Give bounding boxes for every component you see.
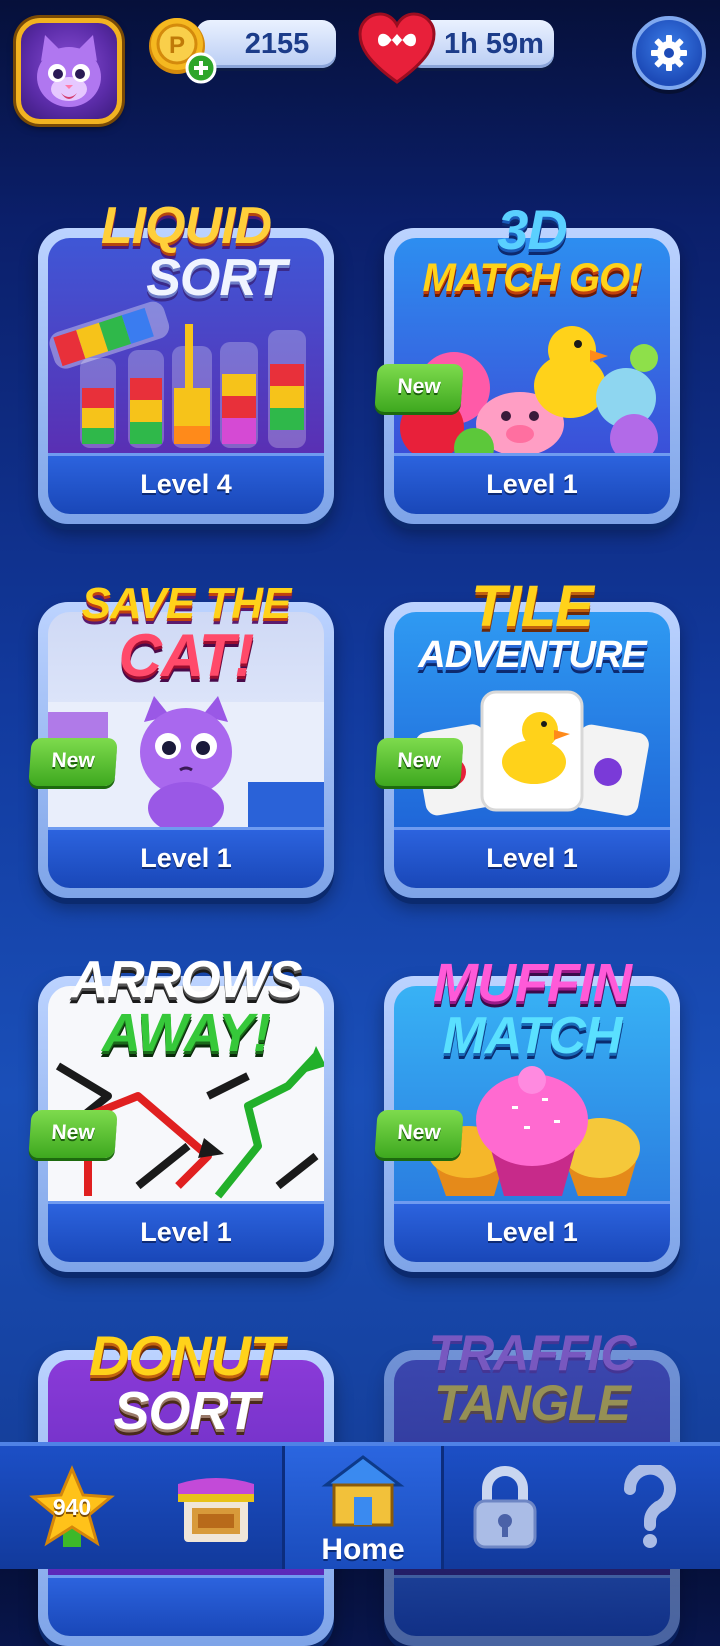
new-badge: New: [374, 738, 464, 786]
shop-icon: [178, 1477, 254, 1542]
game-title-line1: LIQUID: [100, 197, 272, 255]
game-title-line1: MUFFIN: [433, 953, 632, 1013]
coins-value: 2155: [244, 27, 310, 60]
lives-timer: 1h 59m: [444, 27, 544, 60]
game-title: DONUT SORT: [38, 1324, 334, 1441]
new-badge: New: [28, 738, 118, 786]
coin-icon: P: [149, 18, 217, 84]
new-badge: New: [374, 364, 464, 412]
game-card-arrows-away[interactable]: Level 1 ARROWS AWAY! New: [28, 954, 334, 1272]
level-label: [48, 1575, 324, 1636]
game-title: TILE ADVENTURE: [384, 574, 680, 676]
level-label: Level 1: [48, 827, 324, 888]
game-title-line2: CAT!: [118, 622, 255, 689]
new-badge: New: [374, 1110, 464, 1158]
lock-icon: [473, 1465, 537, 1548]
level-label: Level 1: [394, 453, 670, 514]
svg-text:P: P: [169, 32, 185, 59]
home-icon: [321, 1454, 405, 1526]
game-title-line1: DONUT: [88, 1324, 284, 1387]
game-title-line2: TANGLE: [434, 1375, 631, 1431]
game-title-line1: TILE: [471, 574, 594, 639]
settings-button[interactable]: [632, 16, 706, 90]
game-title: MUFFIN MATCH: [384, 956, 680, 1062]
level-label: Level 1: [394, 1201, 670, 1262]
level-label: Level 1: [394, 827, 670, 888]
game-title: ARROWS AWAY!: [38, 954, 334, 1060]
nav-home[interactable]: Home: [282, 1446, 444, 1569]
game-card-muffin-match[interactable]: Level 1 MUFFIN MATCH New: [374, 956, 680, 1272]
nav-help[interactable]: [590, 1446, 710, 1569]
game-title-line2: ADVENTURE: [418, 634, 646, 676]
cat-avatar-icon: [37, 35, 101, 107]
stars-count: 940: [52, 1494, 92, 1520]
game-title: SAVE THE CAT!: [38, 582, 334, 686]
game-title-line2: SORT: [146, 249, 287, 307]
game-title-line2: MATCH GO!: [422, 256, 642, 300]
game-title: LIQUID SORT: [38, 200, 334, 304]
top-bar: 2155 P 1h 59m: [0, 0, 720, 140]
game-title-line2: SORT: [113, 1381, 259, 1441]
level-label: [394, 1575, 670, 1636]
home-label: Home: [321, 1533, 405, 1566]
game-card-liquid-sort[interactable]: Level 4 LIQUID SORT: [38, 200, 334, 524]
level-label: Level 4: [48, 453, 324, 514]
new-badge: New: [28, 1110, 118, 1158]
game-title-line1: TRAFFIC: [428, 1325, 637, 1381]
lives-heart[interactable]: [356, 10, 438, 86]
game-card-save-the-cat[interactable]: Level 1 SAVE THE CAT! New: [28, 582, 334, 898]
game-title-line1: SAVE THE: [81, 579, 292, 628]
game-title-line2: MATCH: [442, 1007, 623, 1065]
coins-counter: 2155: [196, 20, 336, 68]
question-icon: [623, 1464, 676, 1548]
nav-stars[interactable]: 940: [14, 1446, 130, 1569]
nav-shop[interactable]: [150, 1446, 282, 1569]
game-title: 3D MATCH GO!: [384, 198, 680, 300]
game-card-3d-match-go[interactable]: Level 1 3D MATCH GO! New: [374, 202, 680, 524]
player-avatar[interactable]: [16, 18, 122, 124]
star-badge: 940: [29, 1464, 115, 1551]
game-title: TRAFFIC TANGLE: [384, 1328, 680, 1428]
bottom-nav: 940 Home: [0, 1442, 720, 1569]
game-card-tile-adventure[interactable]: Level 1 TILE ADVENTURE New: [374, 578, 680, 898]
nav-locked[interactable]: [440, 1446, 570, 1569]
game-title-line1: 3D: [497, 198, 568, 261]
coin-add-button[interactable]: P: [145, 14, 217, 86]
heart-icon: [358, 12, 436, 84]
game-title-line1: ARROWS: [70, 951, 303, 1009]
gear-icon: [651, 35, 687, 71]
level-label: Level 1: [48, 1201, 324, 1262]
game-title-line2: AWAY!: [102, 1003, 271, 1063]
